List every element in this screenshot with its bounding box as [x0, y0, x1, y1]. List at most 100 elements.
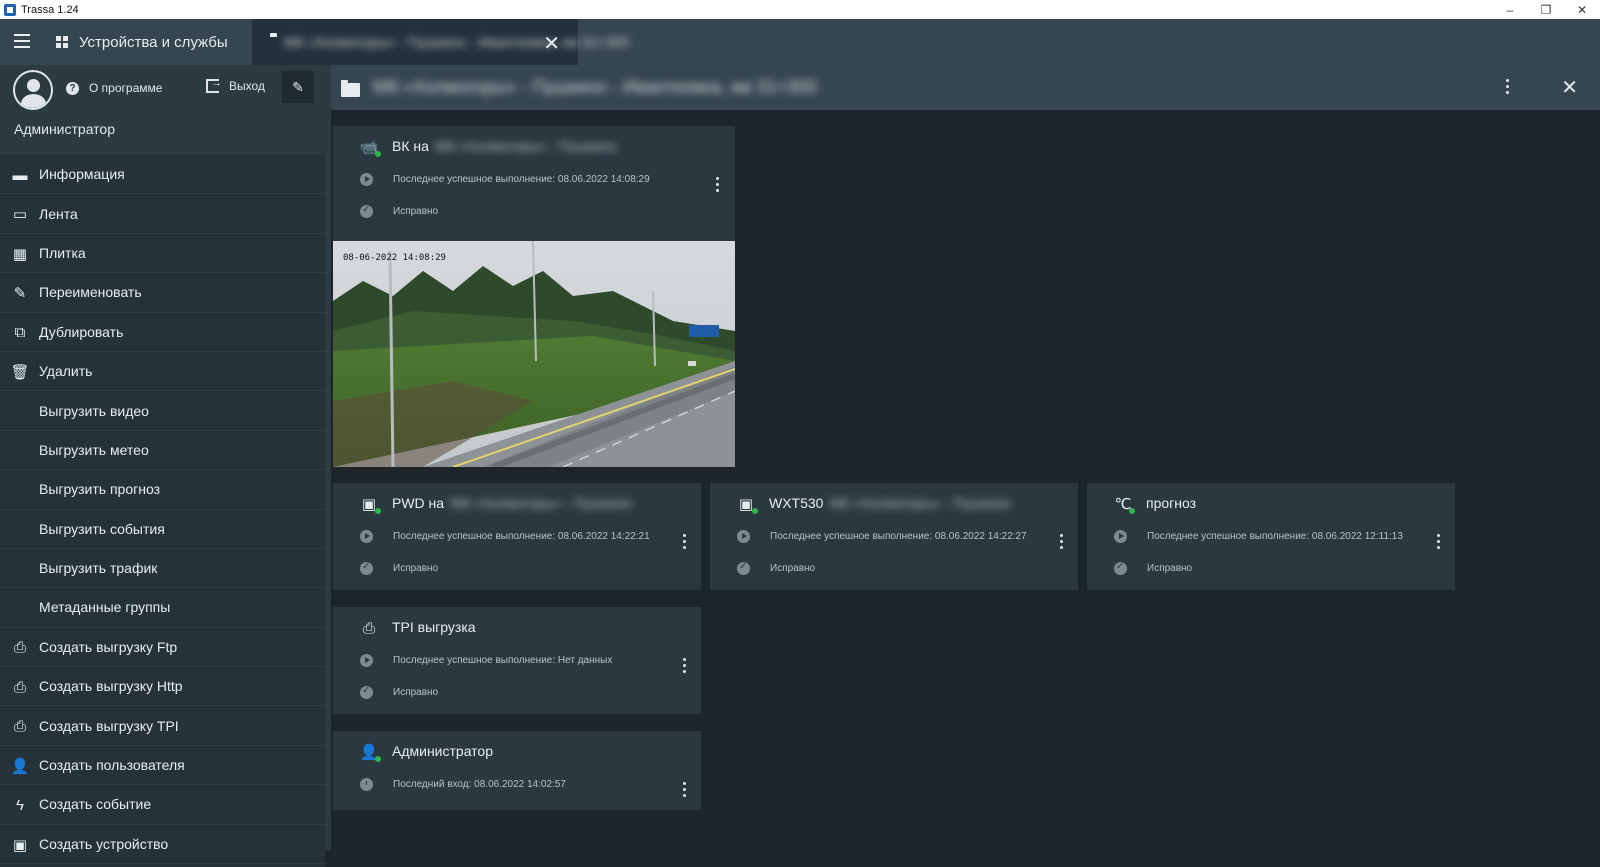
sidebar-item-label: Дублировать	[39, 323, 124, 340]
about-button[interactable]: ? О программе	[66, 81, 162, 95]
sidebar-item[interactable]: Выгрузить видео	[0, 391, 325, 431]
road-scene-image	[333, 241, 735, 467]
card-menu-icon[interactable]	[683, 534, 687, 552]
sidebar-menu: ▬ Информация ▭ Лента ▦ Плитка ✎ Переименовать ⧉ Д…	[0, 155, 325, 865]
status-row: Исправно	[360, 204, 438, 218]
logout-button[interactable]: Выход	[206, 77, 265, 93]
card-title: PWD на М8 «Холмогоры» - Пушкино	[392, 495, 632, 511]
card-menu-icon[interactable]	[1060, 534, 1064, 552]
card-menu-icon[interactable]	[683, 782, 687, 800]
sidebar-item-label: Создать пользователя	[39, 757, 185, 774]
close-window-button[interactable]: ✕	[1564, 0, 1600, 19]
status-row: Исправно	[1114, 561, 1192, 575]
export-add-icon: ⎙	[13, 639, 26, 657]
pin-icon: ✎	[292, 78, 304, 95]
window-titlebar: Trassa 1.24 – ❐ ✕	[0, 0, 1600, 19]
sidebar-item-label: Создать выгрузку Ftp	[39, 638, 178, 655]
sidebar-item[interactable]: ⎙ Создать выгрузку Ftp	[0, 628, 325, 668]
sidebar-item[interactable]: ▬ Информация	[0, 155, 325, 195]
forecast-card[interactable]: ℃ прогноз Последнее успешное выполнение:…	[1087, 483, 1455, 590]
content-title: М8 «Холмогоры» - Пушкино - Ивантеевка, к…	[373, 77, 817, 97]
export-icon: ⎙	[362, 619, 375, 637]
last-run-row: Последнее успешное выполнение: 08.06.202…	[1114, 530, 1403, 543]
username: Администратор	[14, 121, 116, 137]
sidebar: ? О программе Выход ✎ Администратор ▬ Инф…	[0, 65, 325, 867]
card-menu-icon[interactable]	[683, 658, 687, 676]
pin-button[interactable]: ✎	[282, 71, 314, 103]
last-run-row: Последнее успешное выполнение: Нет данны…	[360, 654, 612, 667]
last-run-row: Последнее успешное выполнение: 08.06.202…	[360, 173, 650, 186]
sidebar-item[interactable]: 🗑 Удалить	[0, 352, 325, 392]
sidebar-item[interactable]: ϟ Создать событие	[0, 785, 325, 825]
folder-icon	[341, 80, 360, 97]
card-title: TPI выгрузка	[392, 619, 476, 635]
event-add-icon: ϟ	[16, 796, 24, 814]
tiles-icon: ▦	[12, 245, 28, 263]
window-controls: – ❐ ✕	[1492, 0, 1600, 19]
app-logo-icon	[4, 3, 16, 16]
sidebar-item-label: Создать выгрузку TPI	[39, 717, 179, 734]
check-circle-icon	[737, 561, 750, 575]
tab-devices-and-services[interactable]: Устройства и службы	[56, 19, 228, 65]
tab-close-icon[interactable]: ✕	[543, 31, 560, 56]
sidebar-item[interactable]: Выгрузить прогноз	[0, 470, 325, 510]
logout-label: Выход	[229, 79, 265, 93]
card-title: WXT530 М8 «Холмогоры» - Пушкино	[769, 495, 1012, 511]
last-run-row: Последнее успешное выполнение: 08.06.202…	[360, 530, 650, 543]
play-circle-icon	[1114, 530, 1127, 543]
play-circle-icon	[360, 173, 373, 186]
trash-icon: 🗑	[10, 363, 30, 381]
last-login-row: Последний вход: 08.06.2022 14:02:57	[360, 778, 566, 791]
tpi-export-card[interactable]: ⎙ TPI выгрузка Последнее успешное выполн…	[333, 607, 701, 714]
user-panel: ? О программе Выход ✎ Администратор	[0, 65, 325, 155]
restore-button[interactable]: ❐	[1528, 0, 1564, 19]
sidebar-scrollbar[interactable]	[325, 65, 331, 850]
online-indicator	[1129, 508, 1135, 514]
sidebar-item[interactable]: ⧉ Дублировать	[0, 313, 325, 352]
sidebar-item[interactable]: ✎ Переименовать	[0, 273, 325, 313]
sidebar-item[interactable]: ▣ Создать устройство	[0, 825, 325, 865]
sidebar-item[interactable]: ▭ Лента	[0, 194, 325, 234]
check-circle-icon	[360, 204, 373, 218]
sidebar-item[interactable]: ⎙ Создать выгрузку Http	[0, 667, 325, 707]
more-options-icon[interactable]	[1506, 79, 1510, 97]
duplicate-icon: ⧉	[14, 324, 26, 342]
minimize-button[interactable]: –	[1492, 0, 1528, 19]
wxt-card[interactable]: ▣ WXT530 М8 «Холмогоры» - Пушкино Последн…	[710, 483, 1078, 590]
check-circle-icon	[360, 561, 373, 575]
card-menu-icon[interactable]	[716, 177, 720, 195]
sidebar-item[interactable]: Выгрузить события	[0, 510, 325, 549]
export-add-icon: ⎙	[13, 678, 26, 696]
card-title: Администратор	[392, 743, 494, 759]
camera-snapshot[interactable]: 08-06-2022 14:08:29	[333, 241, 735, 467]
camera-card[interactable]: 📹 ВК на М8 «Холмогоры» - Пушкино Последне…	[333, 126, 735, 241]
tab-strip: Устройства и службы М8 «Холмогоры» - Пуш…	[0, 19, 1600, 65]
user-add-icon: 👤	[10, 757, 30, 775]
tab-folder[interactable]: М8 «Холмогоры» - Пушкино - Ивантеевка, к…	[252, 19, 629, 65]
window-title: Trassa 1.24	[21, 3, 79, 16]
help-icon: ?	[66, 81, 79, 95]
sidebar-item[interactable]: ⎙ Создать выгрузку TPI	[0, 706, 325, 746]
sidebar-item[interactable]: 👤 Создать пользователя	[0, 746, 325, 786]
sidebar-item-label: Информация	[39, 166, 125, 183]
hamburger-icon[interactable]	[14, 34, 30, 48]
tab-devices-label: Устройства и службы	[79, 33, 228, 51]
status-row: Исправно	[360, 561, 438, 575]
online-indicator	[375, 756, 381, 762]
online-indicator	[752, 508, 758, 514]
check-circle-icon	[1114, 561, 1127, 575]
pwd-card[interactable]: ▣ PWD на М8 «Холмогоры» - Пушкино Последн…	[333, 483, 701, 590]
sidebar-item-label: Удалить	[39, 363, 93, 380]
logout-icon	[206, 77, 222, 93]
sidebar-item[interactable]: Выгрузить метео	[0, 431, 325, 471]
user-card[interactable]: 👤 Администратор Последний вход: 08.06.20…	[333, 731, 701, 810]
sidebar-item[interactable]: Метаданные группы	[0, 588, 325, 628]
avatar[interactable]	[13, 70, 53, 110]
sidebar-item-label: Лента	[39, 205, 78, 222]
close-panel-icon[interactable]: ✕	[1561, 75, 1578, 100]
sidebar-item[interactable]: Выгрузить трафик	[0, 549, 325, 589]
status-row: Исправно	[360, 685, 438, 699]
play-circle-icon	[737, 530, 750, 543]
sidebar-item[interactable]: ▦ Плитка	[0, 234, 325, 274]
card-menu-icon[interactable]	[1437, 534, 1441, 552]
